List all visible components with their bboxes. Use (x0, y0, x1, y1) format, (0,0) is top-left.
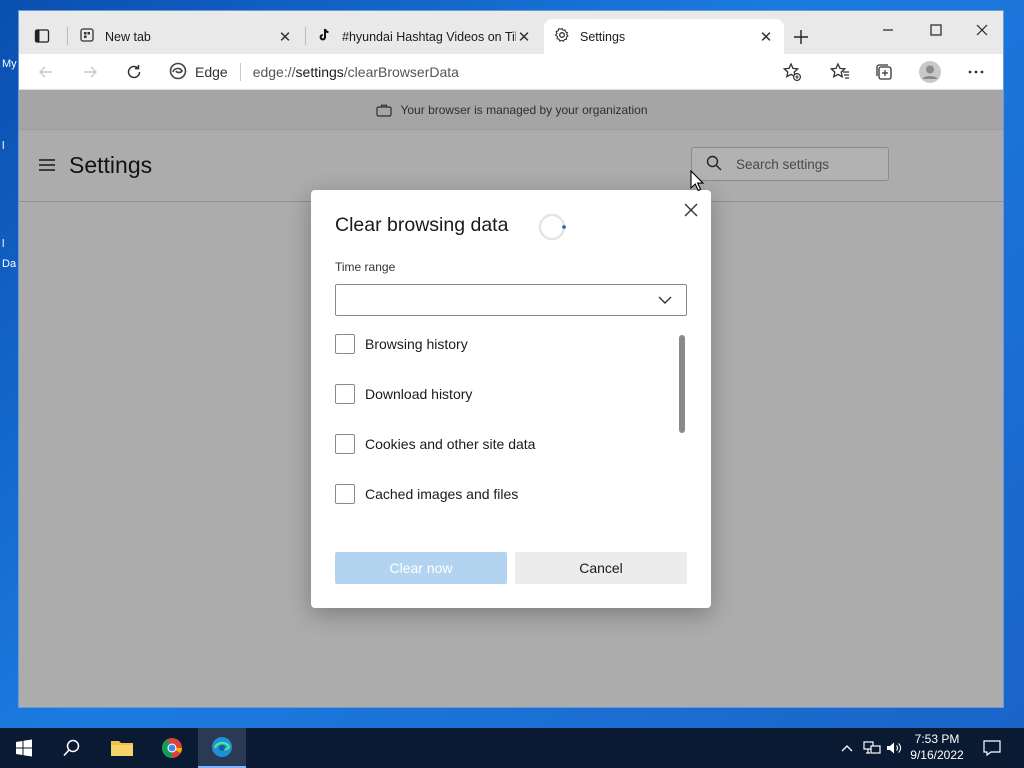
time-range-label: Time range (335, 260, 396, 274)
avatar-icon (919, 61, 941, 83)
url-path: /clearBrowserData (343, 64, 459, 80)
clear-browsing-data-dialog: Clear browsing data Time range Browsing … (311, 190, 711, 608)
mouse-cursor-icon (690, 170, 705, 192)
network-icon (863, 741, 881, 754)
address-bar[interactable]: Edge edge://settings/clearBrowserData (169, 59, 809, 85)
checkbox[interactable] (335, 484, 355, 504)
close-icon[interactable]: ✕ (277, 29, 293, 46)
add-favorite-button[interactable] (777, 58, 807, 86)
option-label: Cached images and files (365, 486, 519, 502)
url-host: settings (295, 64, 344, 80)
star-add-icon (782, 62, 802, 82)
edge-taskbar-button[interactable] (198, 728, 246, 768)
option-browsing-history[interactable]: Browsing history (335, 334, 468, 354)
close-icon (976, 24, 988, 36)
gear-icon (554, 27, 570, 46)
desktop-icon-label[interactable]: Da (2, 258, 16, 270)
url-text[interactable]: edge://settings/clearBrowserData (253, 64, 459, 80)
start-button[interactable] (0, 728, 48, 768)
file-explorer-button[interactable] (98, 728, 146, 768)
browser-toolbar: Edge edge://settings/clearBrowserData (19, 54, 1003, 90)
windows-logo-icon (16, 739, 32, 757)
plus-icon (794, 30, 808, 44)
tab-title: New tab (105, 29, 151, 44)
minimize-icon (883, 29, 893, 31)
network-button[interactable] (860, 728, 884, 768)
tab-settings[interactable]: Settings ✕ (544, 19, 784, 54)
search-button[interactable] (48, 728, 96, 768)
clear-now-button[interactable]: Clear now (335, 552, 507, 584)
tab-new-tab[interactable]: New tab ✕ (69, 19, 303, 54)
new-tab-button[interactable] (789, 25, 813, 49)
address-separator (239, 63, 241, 81)
system-clock[interactable]: 7:53 PM 9/16/2022 (904, 731, 970, 765)
url-scheme: edge:// (252, 64, 296, 80)
option-cookies[interactable]: Cookies and other site data (335, 434, 535, 454)
refresh-icon (127, 65, 141, 79)
tab-separator (67, 27, 68, 45)
tab-tiktok[interactable]: #hyundai Hashtag Videos on TikTok ✕ (306, 19, 542, 54)
dialog-title: Clear browsing data (335, 214, 509, 236)
search-icon (63, 739, 80, 757)
options-scrollbar[interactable] (679, 335, 685, 433)
browser-label: Edge (195, 64, 228, 80)
option-cached-images[interactable]: Cached images and files (335, 484, 518, 504)
new-tab-page-icon (79, 27, 95, 46)
chevron-up-icon (841, 745, 853, 752)
chrome-icon (161, 738, 182, 758)
desktop-icon-label[interactable]: l (2, 140, 4, 152)
collections-button[interactable] (869, 58, 899, 86)
ellipsis-icon (968, 70, 984, 74)
close-window-button[interactable] (959, 15, 1003, 45)
desktop-icon-label[interactable]: My (2, 58, 17, 70)
profile-button[interactable] (915, 58, 945, 86)
close-icon[interactable]: ✕ (758, 29, 774, 46)
close-icon (684, 203, 698, 217)
tab-title: #hyundai Hashtag Videos on TikTok (342, 29, 516, 44)
arrow-left-icon (39, 66, 52, 78)
collections-icon (876, 64, 892, 80)
checkbox[interactable] (335, 384, 355, 404)
option-download-history[interactable]: Download history (335, 384, 472, 404)
more-menu-button[interactable] (961, 58, 991, 86)
notifications-button[interactable] (978, 728, 1006, 768)
taskbar: 7:53 PM 9/16/2022 (0, 728, 1024, 768)
close-dialog-button[interactable] (679, 198, 703, 222)
clock-date: 9/16/2022 (910, 748, 964, 762)
tab-actions-icon[interactable] (29, 25, 55, 47)
option-label: Download history (365, 386, 473, 402)
notification-icon (983, 740, 1001, 756)
edge-logo-icon (169, 62, 187, 83)
chrome-button[interactable] (148, 728, 196, 768)
cancel-button[interactable]: Cancel (515, 552, 687, 584)
tab-strip: New tab ✕ #hyundai Hashtag Videos on Tik… (19, 11, 1003, 54)
chevron-down-icon (658, 296, 672, 304)
folder-icon (111, 741, 133, 756)
show-hidden-icons-button[interactable] (836, 728, 858, 768)
minimize-button[interactable] (865, 15, 911, 45)
speaker-icon (887, 742, 901, 754)
favorites-button[interactable] (825, 58, 855, 86)
loading-spinner-icon (538, 213, 566, 241)
checkbox[interactable] (335, 334, 355, 354)
arrow-right-icon (84, 66, 97, 78)
tiktok-icon (316, 27, 332, 46)
edge-icon (212, 737, 232, 757)
favorites-icon (830, 62, 849, 79)
option-label: Cookies and other site data (365, 436, 536, 452)
maximize-icon (930, 24, 942, 36)
forward-button[interactable] (75, 58, 105, 86)
tab-title: Settings (580, 29, 626, 44)
volume-button[interactable] (884, 728, 904, 768)
close-icon[interactable]: ✕ (516, 29, 532, 46)
clock-time: 7:53 PM (914, 732, 960, 746)
back-button[interactable] (31, 58, 61, 86)
option-label: Browsing history (365, 336, 468, 352)
refresh-button[interactable] (119, 58, 149, 86)
maximize-button[interactable] (913, 15, 959, 45)
desktop-icon-label[interactable]: l (2, 238, 4, 250)
time-range-select[interactable] (335, 284, 687, 316)
checkbox[interactable] (335, 434, 355, 454)
